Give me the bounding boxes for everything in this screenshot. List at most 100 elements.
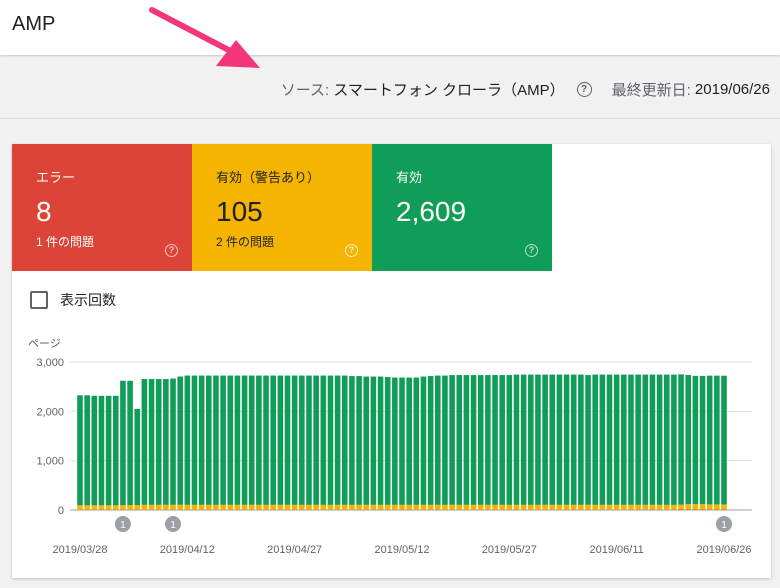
valid-bar: [370, 376, 377, 505]
warning-bar: [155, 504, 162, 510]
warning-bar: [656, 504, 663, 510]
warning-bar: [535, 504, 541, 510]
valid-bar: [141, 379, 148, 505]
warning-bar: [170, 504, 176, 510]
warning-bar: [635, 504, 641, 510]
valid-bar: [706, 375, 713, 505]
warning-bar: [449, 504, 455, 510]
valid-bar: [420, 376, 427, 505]
warning-bar: [98, 505, 105, 510]
valid-bar: [320, 375, 327, 505]
valid-bar: [234, 375, 241, 505]
warning-bar: [613, 504, 620, 510]
warning-bar: [349, 504, 355, 510]
x-tick-label: 2019/03/28: [52, 544, 107, 556]
warning-bar: [377, 504, 384, 510]
valid-bar: [306, 375, 312, 505]
warning-bar: [606, 504, 613, 510]
x-tick-label: 2019/06/26: [696, 544, 751, 556]
valid-bar: [585, 375, 591, 505]
valid-bar: [413, 377, 420, 505]
warning-bar: [277, 504, 284, 510]
valid-bar: [628, 374, 634, 505]
warning-bar: [234, 504, 241, 510]
y-tick-label: 0: [58, 505, 64, 517]
valid-bar: [456, 375, 463, 505]
warning-bar: [320, 504, 327, 510]
valid-bar: [313, 375, 319, 505]
warning-bar: [220, 504, 226, 510]
valid-bar: [406, 377, 412, 505]
warning-bar: [120, 505, 126, 510]
warning-bar: [434, 504, 441, 510]
y-tick-label: 2,000: [36, 406, 64, 418]
valid-bar: [356, 376, 362, 505]
valid-bar: [499, 375, 505, 505]
y-axis-label: ページ: [28, 338, 61, 350]
warning-bar: [413, 504, 420, 510]
warning-bar: [370, 504, 377, 510]
impressions-checkbox[interactable]: [30, 291, 48, 309]
valid-bar: [671, 374, 677, 505]
warning-bar: [427, 504, 434, 510]
warning-bar: [112, 505, 119, 510]
impressions-label: 表示回数: [60, 292, 116, 308]
x-tick-label: 2019/04/12: [160, 544, 215, 556]
annotation-label: 1: [170, 520, 176, 531]
warning-bar: [356, 504, 362, 510]
source-value: スマートフォン クローラ（AMP）: [333, 82, 565, 99]
warning-bar: [570, 504, 577, 510]
valid-bar: [263, 375, 269, 505]
valid-bar: [334, 375, 341, 505]
valid-bar: [678, 374, 684, 505]
warning-bar: [206, 504, 212, 510]
valid-bar: [506, 375, 513, 505]
warning-bar: [556, 504, 563, 510]
valid-bar: [112, 395, 119, 506]
impressions-toggle[interactable]: 表示回数: [30, 290, 116, 310]
warning-bar: [513, 504, 520, 510]
warning-bar: [241, 504, 248, 510]
warning-bar: [599, 504, 606, 510]
warning-bar: [363, 504, 370, 510]
warning-bar: [77, 505, 83, 510]
last-updated-value: 2019/06/26: [694, 81, 770, 98]
valid-bar: [477, 375, 484, 505]
warning-bar: [284, 504, 291, 510]
info-bar: ソース: スマートフォン クローラ（AMP） ? 最終更新日: 2019/06/…: [0, 60, 780, 119]
valid-bar: [256, 375, 262, 505]
valid-bar: [649, 374, 656, 505]
warning-bar: [549, 504, 556, 510]
valid-bar: [206, 375, 212, 505]
valid-bar: [377, 376, 384, 505]
valid-bar: [513, 374, 520, 505]
y-tick-label: 1,000: [36, 456, 64, 468]
warning-bar: [463, 504, 470, 510]
page-title: AMP: [12, 13, 56, 35]
warning-bar: [585, 504, 591, 510]
warning-bar: [299, 504, 305, 510]
warning-bar: [184, 504, 191, 510]
x-tick-label: 2019/06/11: [590, 544, 644, 556]
valid-bar: [213, 375, 219, 505]
valid-bar: [699, 375, 706, 505]
warning-bar: [628, 504, 634, 510]
valid-bar: [148, 379, 155, 505]
warning-bar: [213, 504, 219, 510]
warning-bar: [384, 504, 391, 510]
valid-bar: [341, 375, 348, 505]
warning-bar: [191, 504, 198, 510]
help-icon[interactable]: ?: [576, 82, 592, 97]
valid-bar: [155, 379, 162, 505]
warning-bar: [685, 504, 692, 510]
coverage-chart: ページ 0 1,000 2,000 3,000 1 1 1 2019/03/28 2019/04/…: [28, 338, 752, 556]
warning-bar: [198, 504, 205, 510]
warning-bar: [91, 505, 98, 510]
warning-bar: [678, 504, 684, 510]
warning-bar: [227, 504, 234, 510]
warning-bar: [506, 504, 513, 510]
valid-bar: [399, 377, 405, 505]
valid-bar: [642, 374, 649, 505]
warning-bar: [477, 504, 484, 510]
warning-bar: [163, 504, 169, 510]
